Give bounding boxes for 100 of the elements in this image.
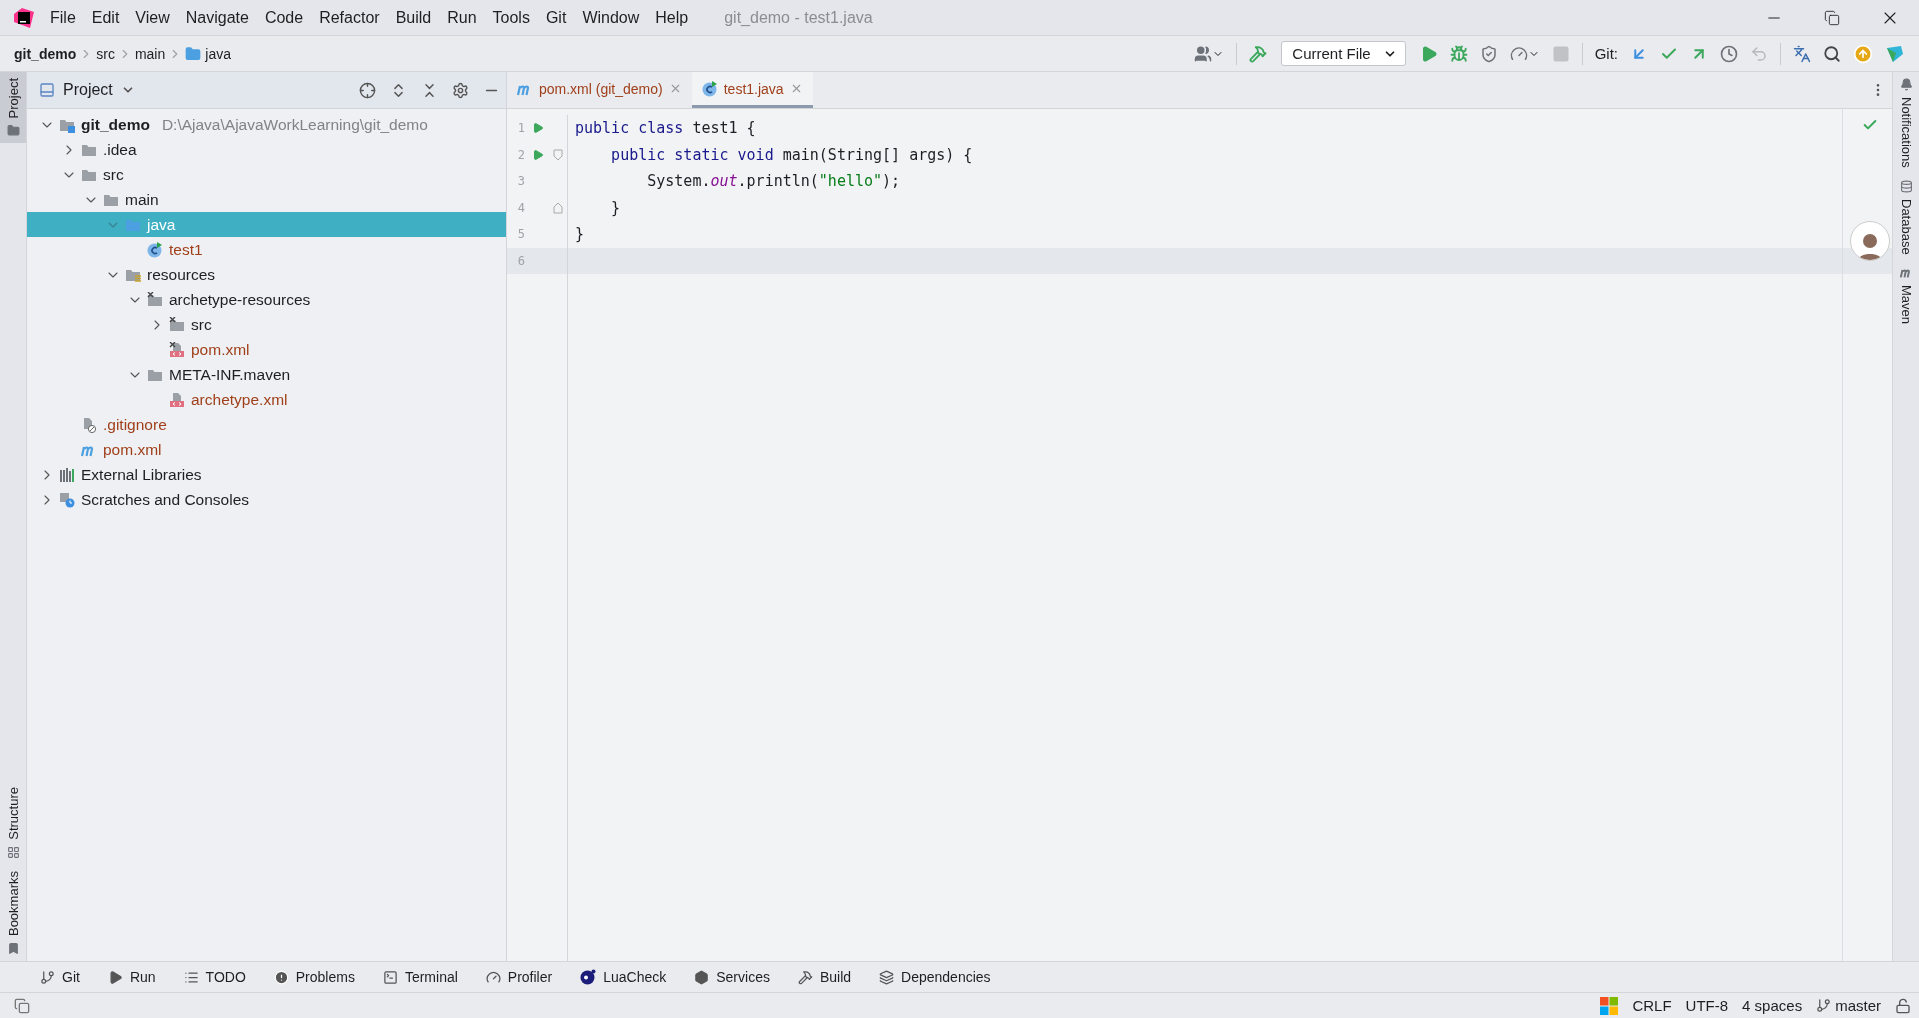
status-item[interactable]: 4 spaces (1742, 997, 1803, 1014)
editor-tab[interactable]: test1.java (691, 72, 813, 108)
menu-item[interactable]: Run (447, 8, 477, 27)
window-icon (39, 82, 55, 98)
tool-window-tab[interactable]: Bookmarks (0, 864, 26, 961)
breadcrumb[interactable]: main (134, 45, 166, 62)
tool-window-button[interactable]: Git (40, 969, 80, 985)
unlock-icon[interactable] (1895, 997, 1911, 1014)
menu-item[interactable]: Window (582, 8, 640, 27)
tool-window-button[interactable]: Run (107, 969, 156, 985)
line-number: 3 (516, 174, 525, 189)
panel-toggle-icon[interactable] (14, 997, 30, 1014)
xml-file-icon (169, 341, 185, 358)
tool-window-button[interactable]: Terminal (382, 969, 458, 985)
tree-label: External Libraries (81, 465, 202, 484)
menu-item[interactable]: Build (395, 8, 432, 27)
menu-item[interactable]: Refactor (319, 8, 380, 27)
excluded-folder-icon (169, 316, 185, 333)
run-gutter-icon[interactable] (532, 122, 544, 135)
tree-row[interactable]: main (27, 187, 506, 212)
menu-item[interactable]: Code (264, 8, 304, 27)
status-item[interactable]: CRLF (1632, 997, 1672, 1014)
tree-row[interactable]: pom.xml (27, 337, 506, 362)
tree-row[interactable]: archetype-resources (27, 287, 506, 312)
translate-icon[interactable] (1793, 44, 1811, 63)
tool-window-button[interactable]: Profiler (485, 969, 553, 985)
breadcrumb[interactable]: src (96, 45, 115, 62)
tree-row[interactable]: External Libraries (27, 462, 506, 487)
run-gutter-icon[interactable] (532, 148, 544, 161)
tree-label: pom.xml (103, 440, 162, 459)
tree-label: src (191, 315, 212, 334)
tree-row[interactable]: resources (27, 262, 506, 287)
menu-item[interactable]: Navigate (185, 8, 249, 27)
line-number: 1 (516, 121, 525, 136)
libraries-icon (59, 466, 75, 483)
tree-label: pom.xml (191, 340, 250, 359)
tool-window-button[interactable]: Build (797, 969, 852, 985)
xml-file-icon (169, 391, 185, 408)
hammer-icon[interactable] (1249, 44, 1268, 63)
tool-window-button[interactable]: Services (694, 969, 770, 985)
clock-icon[interactable] (1720, 44, 1738, 63)
status-item[interactable]: UTF-8 (1685, 997, 1729, 1014)
shield-icon[interactable] (1479, 44, 1498, 63)
menu-item[interactable]: Edit (91, 8, 120, 27)
tool-window-tab[interactable]: Structure (0, 781, 26, 865)
settings-icon[interactable] (452, 81, 469, 99)
tree-row[interactable]: test1 (27, 237, 506, 262)
tree-row[interactable]: archetype.xml (27, 387, 506, 412)
tool-window-tab[interactable]: Maven (1893, 260, 1919, 331)
tree-row[interactable]: .gitignore (27, 412, 506, 437)
tool-window-tab[interactable]: Notifications (1893, 72, 1919, 174)
tool-window-button[interactable]: LuaCheck (580, 969, 667, 985)
restore-icon[interactable] (1824, 9, 1840, 26)
layers-icon (879, 969, 895, 985)
breadcrumb[interactable]: git_demo (14, 45, 77, 62)
fold-icon[interactable] (553, 201, 563, 214)
tool-window-button[interactable]: TODO (183, 969, 246, 985)
code-line: public class test1 { (575, 119, 756, 138)
play-icon (107, 969, 123, 985)
tree-row[interactable]: src (27, 312, 506, 337)
bug-icon[interactable] (1449, 44, 1468, 63)
toolbox-icon[interactable] (1885, 43, 1905, 64)
tree-row[interactable]: pom.xml (27, 437, 506, 462)
tree-row[interactable]: src (27, 162, 506, 187)
tool-window-button[interactable]: Dependencies (879, 969, 991, 985)
search-icon[interactable] (1823, 44, 1841, 63)
breadcrumb[interactable]: java (185, 45, 231, 62)
excluded-folder-icon (147, 291, 163, 308)
account-button[interactable] (1194, 44, 1225, 63)
tree-row[interactable]: git_demo D:\Ajava\AjavaWorkLearning\git_demo (27, 112, 506, 137)
menu-item[interactable]: Git (545, 8, 567, 27)
locate-icon[interactable] (359, 81, 376, 99)
editor-tab[interactable]: pom.xml (git_demo) (507, 72, 692, 108)
menu-item[interactable]: View (135, 8, 170, 27)
update-icon[interactable] (1853, 43, 1873, 64)
tool-window-tab[interactable]: Database (1893, 173, 1919, 261)
run-configuration-dropdown[interactable]: Current File (1281, 41, 1406, 66)
database-icon (1899, 179, 1913, 193)
code-line: public static void main(String[] args) { (610, 145, 973, 164)
windows-logo-icon[interactable] (1600, 996, 1619, 1015)
bell-icon (1899, 78, 1913, 91)
code-line: System.out.println("hello"); (646, 172, 901, 191)
menu-item[interactable]: Tools (492, 8, 530, 27)
tree-label: .gitignore (103, 415, 167, 434)
tree-row[interactable]: META-INF.maven (27, 362, 506, 387)
hammer-icon (797, 969, 813, 985)
menu-item[interactable]: Help (655, 8, 689, 27)
tree-row[interactable]: .idea (27, 137, 506, 162)
fold-icon[interactable] (553, 148, 563, 161)
tree-label: main (125, 190, 159, 209)
profile-button[interactable] (1509, 44, 1540, 63)
branch-widget[interactable]: master (1816, 997, 1881, 1014)
menu-item[interactable]: File (50, 8, 76, 27)
tree-label: resources (147, 265, 216, 284)
gauge-icon (485, 969, 501, 985)
ignore-file-icon (81, 416, 97, 433)
tree-row[interactable]: Scratches and Consoles (27, 487, 506, 512)
tool-window-button[interactable]: Problems (273, 969, 355, 985)
tool-window-tab[interactable]: Project (0, 72, 26, 144)
terminal-icon (382, 969, 398, 985)
